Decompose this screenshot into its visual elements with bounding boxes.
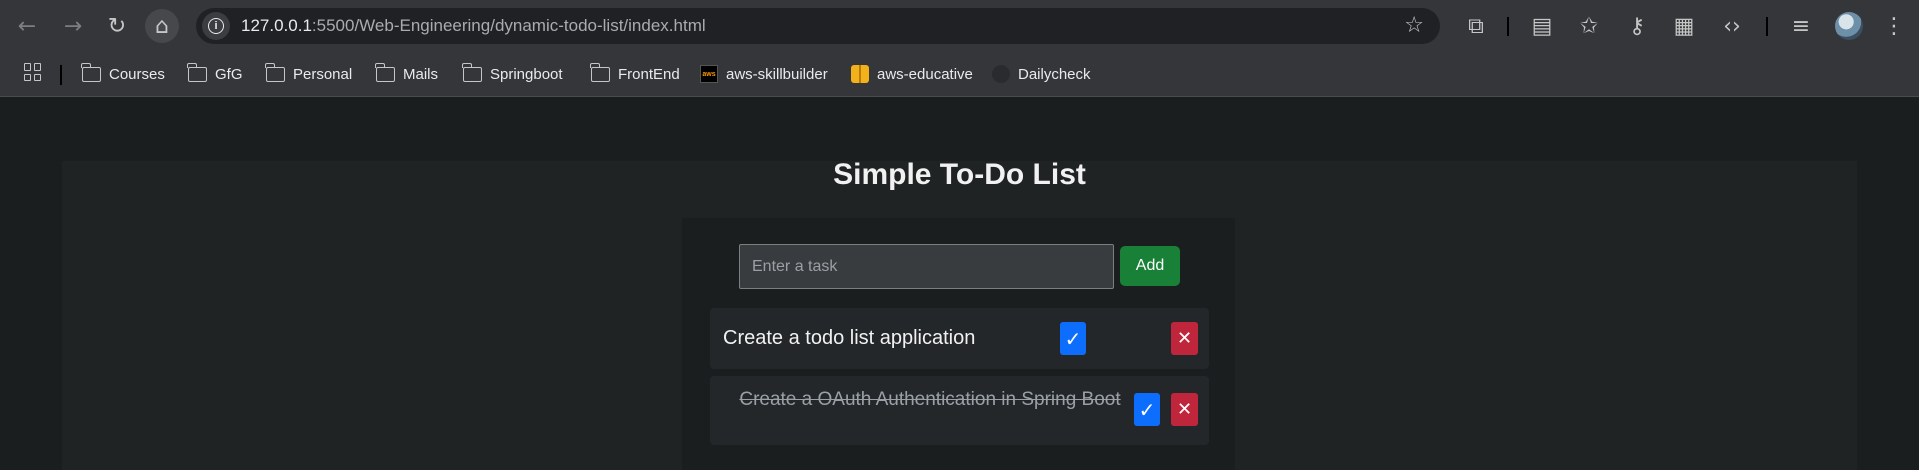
devtools-code-icon[interactable]: ‹› [1715,9,1749,43]
back-icon[interactable]: ← [10,9,44,43]
task-item-completed: Create a OAuth Authentication in Spring … [710,376,1209,445]
home-icon[interactable]: ⌂ [145,9,179,43]
add-task-button[interactable]: Add [1120,246,1180,286]
delete-task-button[interactable]: ✕ [1171,393,1198,426]
toolbar-divider [1766,17,1768,36]
reading-list-icon[interactable]: ▤ [1525,9,1559,43]
toolbar-divider [1507,17,1509,36]
menu-kebab-icon[interactable]: ⋮ [1877,9,1911,43]
delete-task-button[interactable]: ✕ [1171,322,1198,355]
extensions-icon[interactable]: ⧉ [1459,9,1493,43]
bookmark-label: Dailycheck [1018,65,1091,83]
folder-icon [81,62,101,82]
profile-avatar[interactable] [1835,12,1863,40]
address-bar[interactable]: i 127.0.0.1:5500/Web-Engineering/dynamic… [196,8,1440,44]
bookmark-label: Mails [403,65,439,83]
folder-icon [187,62,207,82]
aws-logo-icon: aws [700,65,718,83]
bookmark-gfg[interactable]: GfG [187,62,243,86]
bookmarks-divider [60,65,62,85]
github-icon [992,65,1010,83]
bookmark-label: Personal [293,65,353,83]
url-path: :5500/Web-Engineering/dynamic-todo-list/… [311,16,706,35]
bookmark-courses[interactable]: Courses [81,62,165,86]
bookmark-label: Springboot [490,65,563,83]
task-item: Create a todo list application ✓ ✕ [710,308,1209,369]
educative-box-icon [851,65,869,83]
bookmark-frontend[interactable]: FrontEnd [590,62,680,86]
forward-icon[interactable]: → [56,9,90,43]
bookmark-label: aws-educative [877,65,973,83]
bookmark-label: FrontEnd [618,65,680,83]
bookmark-springboot[interactable]: Springboot [462,62,563,86]
page-title: Simple To-Do List [833,158,1086,191]
site-info-icon[interactable]: i [202,12,230,40]
folder-icon [265,62,285,82]
bookmark-star-icon[interactable]: ☆ [1404,13,1424,38]
task-text: Create a todo list application [723,327,976,349]
complete-task-button[interactable]: ✓ [1134,393,1160,426]
task-input[interactable] [739,244,1114,289]
media-control-icon[interactable]: ≡ [1784,9,1818,43]
bookmark-dailycheck[interactable]: Dailycheck [992,62,1091,86]
bookmarks-icon[interactable]: ✩ [1572,9,1606,43]
complete-task-button[interactable]: ✓ [1060,322,1086,355]
bookmark-aws-skillbuilder[interactable]: aws aws-skillbuilder [700,62,828,86]
bookmark-label: GfG [215,65,243,83]
bookmark-label: aws-skillbuilder [726,65,828,83]
reload-icon[interactable]: ↻ [100,9,134,43]
bookmark-mails[interactable]: Mails [375,62,439,86]
qr-code-icon[interactable]: ▦ [1667,9,1701,43]
bookmarks-bar: Courses GfG Personal Mails Springboot Fr… [0,52,1919,97]
bookmark-personal[interactable]: Personal [265,62,353,86]
folder-icon [375,62,395,82]
browser-toolbar: ← → ↻ ⌂ i 127.0.0.1:5500/Web-Engineering… [0,0,1919,52]
url-text[interactable]: 127.0.0.1:5500/Web-Engineering/dynamic-t… [241,16,706,36]
folder-icon [590,62,610,82]
apps-grid-icon[interactable] [24,63,42,81]
bookmark-label: Courses [109,65,165,83]
url-host: 127.0.0.1 [241,16,312,35]
task-text: Create a OAuth Authentication in Spring … [739,389,1121,410]
folder-icon [462,62,482,82]
bookmark-aws-educative[interactable]: aws-educative [851,62,973,86]
password-key-icon[interactable]: ⚷ [1620,9,1654,43]
